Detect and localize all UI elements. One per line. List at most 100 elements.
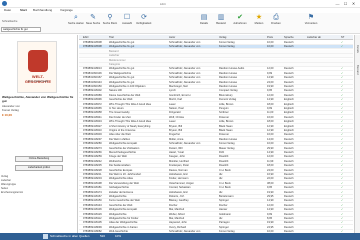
drucken-button[interactable]: ⎙ Drucken: [268, 14, 284, 30]
table-row[interactable]: 9783869418013 Weltgeschichte fix gut Schma…: [79, 67, 353, 72]
table-row[interactable]: 9783869418334 Who Thought This Was A Good…: [79, 120, 353, 125]
table-cell: 9783869416508: [83, 45, 102, 49]
table-row[interactable]: 9783869418297 Die Welt in Zahlen Müller, A…: [79, 138, 353, 142]
table-row[interactable]: Bestand: [79, 49, 353, 54]
table-cell: The Great Gatsby: [109, 111, 130, 115]
table-row[interactable]: 9783869416508 Weltgeschichte fix gut Schma…: [79, 45, 353, 50]
table-cell: C.H. Beck: [219, 181, 231, 185]
table-row[interactable]: 9783869418105 Atlas der Weltgeschichte Hay…: [79, 221, 353, 226]
table-row[interactable]: 9783869418167 Weltgeschichte Roberts, J.M.…: [79, 195, 353, 199]
suche-filtern-button[interactable]: ⚲ Suche filtern: [102, 14, 118, 30]
table-cell: 9783869418372: [83, 102, 102, 106]
online-order-button[interactable]: Online-Bestellung: [15, 156, 63, 162]
table-cell: Lauer: [169, 120, 176, 124]
table-row[interactable]: 9783869418358 The Great Gatsby Fitzgerald S…: [79, 111, 353, 116]
col-header-ean[interactable]: EAN: [83, 36, 88, 39]
vormerken-button[interactable]: ⚑ Vormerken: [303, 14, 319, 30]
table-row[interactable]: 9783869418211 Die Welt im 20. Jahrhundert…: [79, 173, 353, 177]
table-cell: Kategorie: [109, 63, 121, 66]
bestand-button[interactable]: ▥ Bestand: [213, 14, 229, 30]
table-cell: Deutsch: [284, 186, 294, 190]
details-button[interactable]: ▤ Details: [196, 14, 212, 30]
auswahl-button[interactable]: ☐ Auswahl: [119, 14, 135, 30]
table-cell: ✓: [341, 89, 344, 93]
verfügbarkeit-prüfen-button[interactable]: ⟳Verfügbarkeit prüfen: [136, 14, 152, 30]
table-row[interactable]: 9783869418235 Die Seidenstraßen Frankopan,…: [79, 164, 353, 169]
table-row[interactable]: 9783869416508 Weltgeschichte fix gut Schma…: [79, 41, 353, 45]
col-header-autor[interactable]: Autor: [169, 36, 175, 39]
col-header-preis[interactable]: Preis: [267, 36, 273, 39]
table-row[interactable]: 9783869418204 Weltgeschichte Atlas Kinder,…: [79, 177, 353, 182]
neue-suche-button[interactable]: ✎ Neue Suche: [85, 14, 101, 30]
table-row[interactable]: 9783831090167 Weltgeschichte fix gut Schma…: [79, 76, 353, 81]
side-tab-bestand[interactable]: Bestand: [356, 65, 359, 75]
table-row[interactable]: 9783869418259 Kriege der Welt Keegan, John…: [79, 155, 353, 160]
table-cell: Geschichte der Welt: [109, 203, 133, 207]
col-header-sprache[interactable]: Sprache: [284, 36, 294, 39]
table-row[interactable]: 9783869418099 Weltgeschichte in Karten Ove…: [79, 226, 353, 230]
availability-icon: ⟳: [141, 14, 147, 21]
table-row[interactable]: 9783869418372 Who Thought This Was A Good…: [79, 103, 353, 107]
table-cell: 9,99: [267, 212, 273, 216]
table-cell: ✓: [341, 203, 344, 207]
table-row[interactable]: 9783869418402 Natura 100 Lynch Compact Verl…: [79, 89, 353, 94]
aufnehmen-button[interactable]: ✔ Aufnehmen: [232, 14, 248, 30]
table-cell: A Short History of Nearly Everything: [109, 124, 151, 128]
table-cell: ✓: [341, 137, 344, 141]
table-cell: dtv: [219, 173, 223, 176]
table-row[interactable]: 9783869418365 In Ten Hours Nelson, Paul Pen…: [79, 107, 353, 111]
table-cell: Zeitalter der Extreme: [109, 190, 134, 194]
col-header-titel[interactable]: Titel: [109, 36, 114, 39]
table-row[interactable]: 9783869418396 Geschichte der Welt Moritz, …: [79, 98, 353, 103]
table-row[interactable]: 9783869418280 Weltgeschichte kompakt Schma…: [79, 142, 353, 147]
table-row[interactable]: 9783869418181 Globalgeschichte Conrad, Seb…: [79, 186, 353, 191]
table-row[interactable]: 9783869418303 Alles über die Welt Fingerhu…: [79, 133, 353, 138]
table-row[interactable]: 9783831090150 Weltgeschichte in 100 Objek…: [79, 85, 353, 89]
table-cell: 9783869418389: [83, 93, 102, 97]
availability-check-button[interactable]: Lieferbarkeit prüfen: [15, 165, 63, 171]
table-cell: 9783869418358: [83, 111, 102, 115]
col-header-lieferbar[interactable]: Lieferbar ab: [307, 36, 321, 39]
table-row[interactable]: 9783869418150 Kurze Geschichte der Welt Bl…: [79, 199, 353, 204]
table-cell: Die Kinder der Zeit: [109, 115, 131, 119]
table-cell: 38,00: [267, 181, 274, 185]
table-cell: ✓: [341, 71, 344, 75]
side-tab-details[interactable]: Details: [356, 45, 359, 53]
table-cell: C.H. Beck: [219, 168, 231, 172]
table-row[interactable]: Lieferbar: [79, 54, 353, 59]
table-row[interactable]: Kategorie: [79, 63, 353, 67]
table-row[interactable]: 9783869418129 Weltgeschichte Weber, Alfred…: [79, 213, 353, 217]
table-row[interactable]: 9783869418136 Weltgeschichte kompakt Mai, …: [79, 208, 353, 213]
table-row[interactable]: 9783831090143 Weltgeschichte fix gut Schma…: [79, 81, 353, 85]
col-header-st[interactable]: ST: [341, 36, 344, 39]
maximize-button[interactable]: ☐: [342, 1, 349, 6]
table-row[interactable]: 9783869418143 Geschichte der Welt Fischer F…: [79, 204, 353, 208]
search-input[interactable]: weltgeschichte fix gut: [1, 27, 41, 32]
table-row[interactable]: Meldenummer: [79, 58, 353, 63]
table-row[interactable]: 9783869418198 Die Verwandlung der Welt Ost…: [79, 182, 353, 186]
table-row[interactable]: 9783869418310 Origins of the Universe Brys…: [79, 129, 353, 133]
suche-starten-button[interactable]: ⌕ Suche starten: [68, 14, 84, 30]
col-header-verlag[interactable]: Verlag: [219, 36, 226, 39]
close-button[interactable]: ✕: [350, 1, 357, 6]
detail-row: Warengruppe: [1, 183, 17, 186]
table-cell: 9783869418150: [83, 199, 102, 203]
table-row[interactable]: 9783869418228 Geschichte Europas Davies, N…: [79, 169, 353, 173]
table-cell: Blainey, Geoffrey: [169, 199, 189, 203]
table-row[interactable]: 9783869418341 Die Kinder der Zeit Wolf, Ch…: [79, 116, 353, 120]
new-search-icon: ✎: [90, 14, 96, 21]
table-row[interactable]: 9783869418266 Menschheitsgeschichte Harari…: [79, 151, 353, 155]
table-row[interactable]: 9783869418112 Weltgeschichte für Kinder Ma…: [79, 217, 353, 221]
minimize-button[interactable]: —: [334, 1, 341, 6]
table-row[interactable]: 9783831090136 Die Weltgeschichte Schmalhol…: [79, 72, 353, 76]
table-row[interactable]: 9783869418242 Weltreiche Münkler, Herfried…: [79, 160, 353, 164]
table-row[interactable]: 9783869418389 Kleine Geschichte der Welt G…: [79, 94, 353, 98]
table-row[interactable]: 9783869418327 A Short History of Nearly E…: [79, 125, 353, 129]
merken-button[interactable]: ★ Merken: [251, 14, 267, 30]
status-progress: 10%: [115, 234, 122, 238]
table-cell: Deutsch: [284, 208, 294, 212]
table-row[interactable]: 9783869418174 Zeitalter der Extreme Hobsba…: [79, 191, 353, 195]
table-cell: 9783869418105: [83, 221, 102, 225]
table-cell: 10,00: [267, 142, 274, 146]
table-row[interactable]: 9783869418273 Geschichte der Zivilisation…: [79, 147, 353, 151]
